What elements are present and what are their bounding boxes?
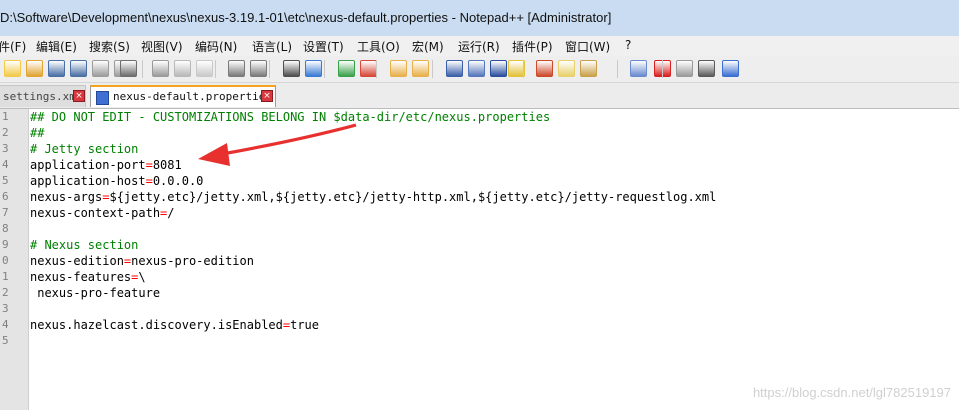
arrow-shaft [221,123,357,156]
watermark: https://blog.csdn.net/lgl782519197 [752,385,951,400]
arrow-head [198,143,230,166]
annotation-arrow [198,123,357,166]
